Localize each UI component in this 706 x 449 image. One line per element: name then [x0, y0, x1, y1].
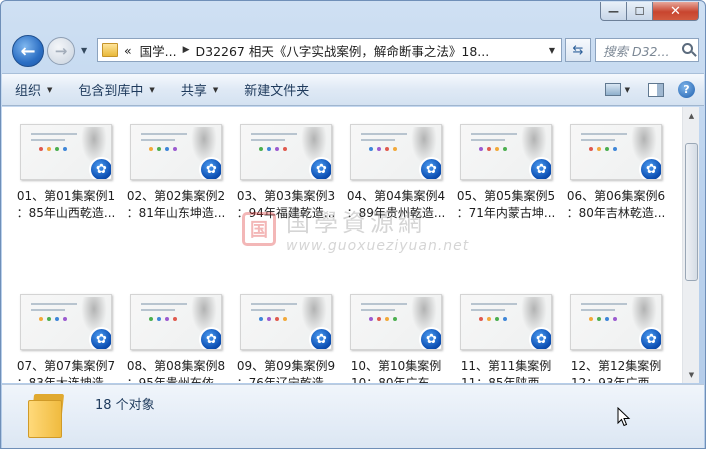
video-thumbnail: ✿ — [20, 124, 112, 180]
chevron-down-icon: ▼ — [212, 85, 219, 94]
organize-label: 组织 — [15, 84, 42, 99]
folder-icon — [102, 43, 118, 57]
scroll-up-arrow-icon[interactable]: ▲ — [683, 107, 700, 124]
file-item[interactable]: ✿ 09、第09集案例9 ：76年辽宁乾造... — [231, 287, 341, 383]
file-name: 02、第02集案例2 ：81年山东坤造... — [126, 189, 226, 220]
help-icon[interactable]: ? — [678, 81, 695, 98]
item-count: 18 个对象 — [95, 398, 155, 413]
back-button[interactable]: ← — [12, 35, 44, 67]
folder-icon — [28, 394, 68, 438]
file-name: 07、第07集案例7 ：83年大连坤造... — [16, 359, 116, 383]
video-file-icon: ✿ — [419, 157, 441, 179]
organize-menu[interactable]: 组织 ▼ — [2, 74, 65, 105]
video-file-icon: ✿ — [309, 157, 331, 179]
file-name: 09、第09集案例9 ：76年辽宁乾造... — [236, 359, 336, 383]
command-bar: 组织 ▼ 包含到库中 ▼ 共享 ▼ 新建文件夹 ▼ ? — [2, 73, 704, 106]
arrow-right-icon: → — [54, 42, 68, 60]
close-button[interactable]: ✕ — [653, 2, 699, 21]
arrow-left-icon: ← — [20, 40, 36, 62]
file-grid: ✿ 01、第01集案例1 ：85年山西乾造... ✿ 02、第02集案例2 ：81年山东坤… — [11, 117, 671, 383]
video-thumbnail: ✿ — [130, 124, 222, 180]
forward-button[interactable]: → — [47, 37, 75, 65]
search-input[interactable]: 搜索 D32... — [595, 38, 699, 62]
caption-buttons: — ☐ ✕ — [600, 2, 699, 21]
video-thumbnail: ✿ — [460, 294, 552, 350]
include-in-library-label: 包含到库中 — [78, 84, 144, 99]
file-name: 10、第10集案例 10：80年广东... — [350, 359, 442, 383]
file-item[interactable]: ✿ 06、第06集案例6 ：80年吉林乾造... — [561, 117, 671, 273]
share-label: 共享 — [180, 84, 207, 99]
file-name: 03、第03集案例3 ：94年福建乾造... — [236, 189, 336, 220]
video-thumbnail: ✿ — [460, 124, 552, 180]
video-file-icon: ✿ — [529, 157, 551, 179]
scroll-down-arrow-icon[interactable]: ▼ — [683, 366, 700, 383]
video-thumbnail: ✿ — [240, 294, 332, 350]
address-dropdown[interactable]: ▼ — [543, 39, 561, 61]
chevron-right-icon[interactable]: ▶ — [183, 45, 190, 55]
video-thumbnail: ✿ — [20, 294, 112, 350]
video-file-icon: ✿ — [89, 157, 111, 179]
file-name: 08、第08集案例8 ：95年贵州布依... — [126, 359, 226, 383]
file-name: 01、第01集案例1 ：85年山西乾造... — [16, 189, 116, 220]
file-item[interactable]: ✿ 02、第02集案例2 ：81年山东坤造... — [121, 117, 231, 273]
scrollbar-thumb[interactable] — [685, 143, 698, 281]
search-placeholder: 搜索 D32... — [603, 43, 670, 59]
search-icon — [682, 43, 693, 54]
file-item[interactable]: ✿ 11、第11集案例 11：85年陕西... — [451, 287, 561, 383]
minimize-button[interactable]: — — [600, 2, 627, 21]
details-pane: 18 个对象 — [2, 384, 704, 448]
video-thumbnail: ✿ — [130, 294, 222, 350]
video-file-icon: ✿ — [199, 327, 221, 349]
video-thumbnail: ✿ — [240, 124, 332, 180]
file-item[interactable]: ✿ 05、第05集案例5 ：71年内蒙古坤... — [451, 117, 561, 273]
video-file-icon: ✿ — [199, 157, 221, 179]
maximize-button[interactable]: ☐ — [627, 2, 653, 21]
video-thumbnail: ✿ — [350, 124, 442, 180]
file-name: 06、第06集案例6 ：80年吉林乾造... — [566, 189, 666, 220]
file-name: 12、第12集案例 12：93年广西... — [570, 359, 662, 383]
video-file-icon: ✿ — [529, 327, 551, 349]
file-item[interactable]: ✿ 12、第12集案例 12：93年广西... — [561, 287, 671, 383]
video-file-icon: ✿ — [639, 327, 661, 349]
include-in-library-menu[interactable]: 包含到库中 ▼ — [65, 74, 167, 105]
video-file-icon: ✿ — [309, 327, 331, 349]
preview-pane-icon[interactable] — [648, 82, 664, 97]
file-item[interactable]: ✿ 10、第10集案例 10：80年广东... — [341, 287, 451, 383]
chevron-down-icon: ▼ — [149, 85, 155, 94]
file-item[interactable]: ✿ 01、第01集案例1 ：85年山西乾造... — [11, 117, 121, 273]
change-view-icon[interactable] — [604, 83, 621, 96]
file-name: 04、第04集案例4 ：89年贵州乾造... — [346, 189, 446, 220]
breadcrumb-item[interactable]: 国学... — [140, 41, 177, 60]
file-item[interactable]: ✿ 07、第07集案例7 ：83年大连坤造... — [11, 287, 121, 383]
breadcrumb-current[interactable]: D32267 相天《八字实战案例，解命断事之法》18... — [196, 41, 490, 60]
address-bar[interactable]: « 国学... ▶ D32267 相天《八字实战案例，解命断事之法》18... … — [97, 38, 562, 62]
file-name: 05、第05集案例5 ：71年内蒙古坤... — [456, 189, 556, 220]
view-options-dropdown[interactable]: ▼ — [625, 86, 630, 94]
recent-pages-dropdown[interactable]: ▼ — [81, 46, 87, 55]
file-item[interactable]: ✿ 04、第04集案例4 ：89年贵州乾造... — [341, 117, 451, 273]
file-item[interactable]: ✿ 03、第03集案例3 ：94年福建乾造... — [231, 117, 341, 273]
file-list-pane[interactable]: ✿ 01、第01集案例1 ：85年山西乾造... ✿ 02、第02集案例2 ：81年山东坤… — [2, 107, 682, 383]
share-menu[interactable]: 共享 ▼ — [168, 74, 231, 105]
refresh-icon: ⇆ — [572, 42, 584, 58]
new-folder-label: 新建文件夹 — [244, 84, 310, 99]
video-thumbnail: ✿ — [350, 294, 442, 350]
breadcrumb-overflow[interactable]: « — [124, 43, 132, 58]
video-thumbnail: ✿ — [570, 124, 662, 180]
chevron-down-icon: ▼ — [47, 85, 53, 94]
video-file-icon: ✿ — [89, 327, 111, 349]
video-file-icon: ✿ — [419, 327, 441, 349]
refresh-button[interactable]: ⇆ — [565, 38, 591, 62]
video-thumbnail: ✿ — [570, 294, 662, 350]
new-folder-button[interactable]: 新建文件夹 — [231, 74, 322, 105]
file-item[interactable]: ✿ 08、第08集案例8 ：95年贵州布依... — [121, 287, 231, 383]
video-file-icon: ✿ — [639, 157, 661, 179]
explorer-window: — ☐ ✕ ← → ▼ « 国学... ▶ D32267 相天《八字实战案例，解… — [0, 0, 706, 449]
vertical-scrollbar[interactable]: ▲ ▼ — [682, 107, 699, 383]
file-name: 11、第11集案例 11：85年陕西... — [460, 359, 552, 383]
